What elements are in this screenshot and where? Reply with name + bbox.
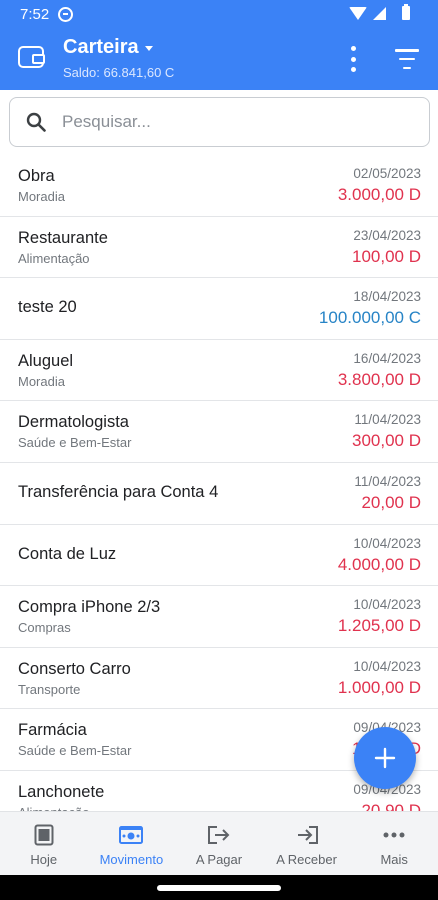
bottom-nav: Hoje Movimento A Pagar A Receber Mais bbox=[0, 811, 438, 875]
transaction-amount: 4.000,00 D bbox=[337, 554, 421, 574]
transaction-row[interactable]: Aluguel Moradia 16/04/2023 3.800,00 D bbox=[0, 340, 438, 402]
transaction-row[interactable]: teste 20 18/04/2023 100.000,00 C bbox=[0, 278, 438, 340]
transaction-date: 10/04/2023 bbox=[353, 658, 421, 674]
transaction-date: 10/04/2023 bbox=[353, 535, 421, 551]
transaction-name: Transferência para Conta 4 bbox=[18, 482, 219, 501]
nav-item-hoje[interactable]: Hoje bbox=[0, 812, 88, 875]
transaction-row[interactable]: Obra Moradia 02/05/2023 3.000,00 D bbox=[0, 155, 438, 217]
wifi-icon bbox=[349, 6, 367, 20]
dropdown-caret-icon bbox=[144, 46, 153, 51]
outgoing-arrow-icon bbox=[207, 824, 231, 846]
transaction-date: 11/04/2023 bbox=[354, 473, 421, 489]
nav-label: A Receber bbox=[276, 852, 337, 867]
transaction-row[interactable]: Restaurante Alimentação 23/04/2023 100,00 D bbox=[0, 217, 438, 279]
wallet-icon[interactable] bbox=[18, 46, 45, 68]
transaction-name: Farmácia bbox=[18, 721, 87, 740]
transaction-date: 23/04/2023 bbox=[353, 227, 421, 243]
transaction-category: Compras bbox=[18, 620, 71, 636]
transaction-amount: 1.000,00 D bbox=[337, 677, 421, 697]
calendar-icon bbox=[34, 824, 54, 846]
transaction-date: 02/05/2023 bbox=[353, 166, 421, 181]
nav-label: A Pagar bbox=[195, 852, 243, 867]
transaction-amount: 3.800,00 D bbox=[337, 369, 421, 389]
search-box[interactable] bbox=[9, 97, 430, 147]
nav-item-a-receber[interactable]: A Receber bbox=[263, 812, 351, 875]
search-input[interactable] bbox=[62, 107, 412, 137]
transaction-category: Alimentação bbox=[18, 250, 90, 266]
transaction-row[interactable]: Compra iPhone 2/3 Compras 10/04/2023 1.205,… bbox=[0, 586, 438, 648]
more-vert-icon[interactable] bbox=[348, 46, 358, 72]
balance-label: Saldo: 66.841,60 C bbox=[63, 65, 175, 80]
account-selector[interactable]: Carteira bbox=[63, 36, 153, 59]
system-nav-bar bbox=[0, 875, 438, 900]
nav-label: Mais bbox=[380, 852, 408, 867]
transaction-amount: 1.205,00 D bbox=[337, 616, 421, 636]
account-title: Carteira bbox=[63, 36, 139, 58]
transaction-date: 10/04/2023 bbox=[353, 597, 421, 613]
add-transaction-button[interactable] bbox=[354, 727, 416, 789]
transaction-name: teste 20 bbox=[18, 298, 77, 317]
status-icons bbox=[349, 4, 410, 20]
transaction-name: Conta de Luz bbox=[18, 544, 117, 563]
nav-item-a-pagar[interactable]: A Pagar bbox=[175, 812, 263, 875]
google-icon bbox=[58, 7, 73, 22]
nav-item-mais[interactable]: Mais bbox=[350, 812, 438, 875]
transaction-date: 11/04/2023 bbox=[354, 412, 421, 428]
battery-icon bbox=[402, 4, 410, 20]
app-bar: Carteira Saldo: 66.841,60 C bbox=[0, 30, 438, 90]
transaction-category: Moradia bbox=[18, 373, 65, 389]
transaction-date: 16/04/2023 bbox=[353, 350, 421, 366]
transaction-row[interactable]: Conta de Luz 10/04/2023 4.000,00 D bbox=[0, 525, 438, 587]
search-icon bbox=[26, 112, 46, 132]
transaction-amount: 20,90 D bbox=[361, 800, 421, 811]
transaction-name: Compra iPhone 2/3 bbox=[18, 598, 161, 617]
transaction-category: Saúde e Bem-Estar bbox=[18, 435, 132, 451]
transaction-name: Obra bbox=[18, 167, 55, 185]
transaction-row[interactable]: Dermatologista Saúde e Bem-Estar 11/04/202… bbox=[0, 401, 438, 463]
transaction-name: Dermatologista bbox=[18, 413, 129, 432]
transaction-date: 18/04/2023 bbox=[353, 289, 421, 305]
transaction-name: Lanchonete bbox=[18, 782, 105, 801]
incoming-arrow-icon bbox=[295, 824, 319, 846]
transaction-amount: 3.000,00 D bbox=[337, 185, 421, 204]
home-indicator[interactable] bbox=[157, 885, 281, 891]
transaction-amount: 20,00 D bbox=[361, 492, 421, 512]
plus-icon bbox=[374, 747, 396, 769]
cash-icon bbox=[119, 824, 144, 846]
transaction-amount: 100.000,00 C bbox=[318, 308, 421, 328]
transaction-name: Aluguel bbox=[18, 351, 74, 370]
transaction-category: Saúde e Bem-Estar bbox=[18, 743, 132, 759]
transaction-category: Moradia bbox=[18, 189, 65, 204]
status-bar: 7:52 bbox=[0, 0, 438, 30]
transaction-row[interactable]: Transferência para Conta 4 11/04/2023 20,0… bbox=[0, 463, 438, 525]
cell-signal-icon bbox=[373, 6, 386, 20]
status-time: 7:52 bbox=[20, 6, 50, 23]
transaction-amount: 300,00 D bbox=[352, 431, 421, 451]
transaction-category: Transporte bbox=[18, 681, 81, 697]
filter-icon[interactable] bbox=[394, 49, 420, 69]
nav-item-movimento[interactable]: Movimento bbox=[88, 812, 176, 875]
transaction-name: Conserto Carro bbox=[18, 659, 131, 678]
transaction-list: Obra Moradia 02/05/2023 3.000,00 D Restauran… bbox=[0, 155, 438, 811]
transaction-name: Restaurante bbox=[18, 228, 108, 247]
transaction-amount: 100,00 D bbox=[352, 246, 421, 266]
nav-label: Hoje bbox=[30, 852, 58, 867]
nav-label: Movimento bbox=[99, 852, 164, 867]
transaction-row[interactable]: Conserto Carro Transporte 10/04/2023 1.000,… bbox=[0, 648, 438, 710]
more-horizontal-icon bbox=[383, 824, 405, 846]
